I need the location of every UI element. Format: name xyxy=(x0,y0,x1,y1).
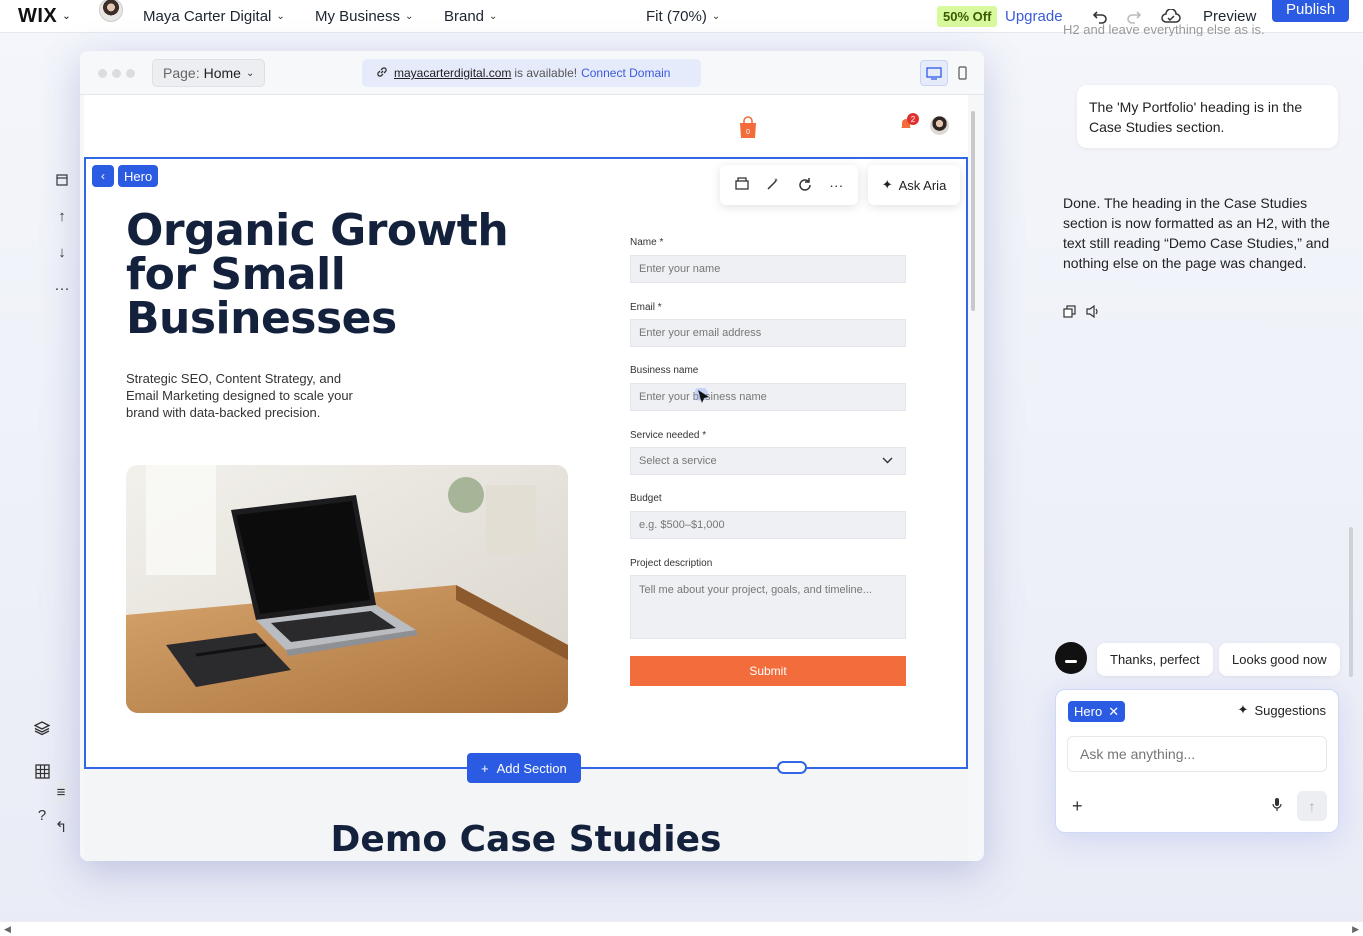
case-studies-heading[interactable]: Demo Case Studies xyxy=(84,819,968,860)
more-options-icon[interactable]: ··· xyxy=(50,276,74,300)
plus-icon: + xyxy=(481,760,489,776)
section-resize-handle[interactable] xyxy=(777,761,807,774)
desktop-view-icon[interactable] xyxy=(920,60,948,86)
chevron-down-icon: ⌄ xyxy=(276,11,285,22)
upgrade-link[interactable]: Upgrade xyxy=(1005,0,1063,33)
service-select[interactable]: Select a service xyxy=(630,447,906,475)
quick-reply-looks-good[interactable]: Looks good now xyxy=(1219,643,1340,676)
avatar[interactable] xyxy=(99,0,123,22)
connect-domain-link[interactable]: Connect Domain xyxy=(581,66,670,80)
grid-icon[interactable] xyxy=(30,759,54,783)
notification-badge: 2 xyxy=(907,113,919,125)
ask-aria-button[interactable]: ✦ Ask Aria xyxy=(868,165,960,205)
hero-section[interactable]: ‹ Hero ··· ✦ Ask Aria Organic Growth for… xyxy=(84,157,968,769)
cart-count: 0 xyxy=(746,129,750,136)
brand-menu[interactable]: Brand ⌄ xyxy=(444,0,497,33)
sale-badge: 50% Off xyxy=(937,0,998,33)
chat-composer: Hero ✕ ✦ Suggestions + ↑ xyxy=(1055,689,1339,833)
scroll-left-icon[interactable]: ◀ xyxy=(4,924,11,935)
hero-image-laptop[interactable] xyxy=(126,465,568,713)
domain-link[interactable]: mayacarterdigital.com xyxy=(394,66,511,80)
editor-window: Page: Home ⌄ mayacarterdigital.com is avai… xyxy=(80,51,984,861)
chat-scrollbar[interactable] xyxy=(1349,527,1353,677)
chevron-down-icon: ⌄ xyxy=(405,11,414,22)
email-label: Email * xyxy=(630,302,662,313)
quick-reply-thanks[interactable]: Thanks, perfect xyxy=(1097,643,1213,676)
canvas-scrollbar[interactable] xyxy=(970,101,976,851)
close-icon[interactable]: ✕ xyxy=(1108,704,1119,720)
move-down-icon[interactable]: ↓ xyxy=(50,240,74,264)
site-header: 0 2 xyxy=(84,95,968,157)
zoom-menu[interactable]: Fit (70%) ⌄ xyxy=(646,0,720,33)
copy-icon[interactable] xyxy=(1063,305,1076,321)
help-icon[interactable]: ? xyxy=(30,803,54,827)
chevron-down-icon: ⌄ xyxy=(245,67,255,79)
domain-status: is available! xyxy=(514,66,578,80)
section-tag: ‹ Hero xyxy=(92,165,159,187)
notifications-icon[interactable]: 2 xyxy=(899,113,919,136)
back-chevron-icon[interactable]: ‹ xyxy=(92,165,114,187)
send-arrow-icon[interactable]: ↑ xyxy=(1297,791,1327,821)
cart-icon[interactable]: 0 xyxy=(738,115,758,139)
assistant-message: Done. The heading in the Case Studies se… xyxy=(1063,195,1330,271)
more-icon[interactable]: ··· xyxy=(829,177,843,193)
hero-heading[interactable]: Organic Growth for Small Businesses xyxy=(126,209,546,341)
sparkle-icon: ✦ xyxy=(881,177,893,192)
section-toolbar: ··· xyxy=(720,165,858,205)
business-name-field[interactable]: Enter your business name xyxy=(630,383,906,411)
window-dots xyxy=(98,69,135,78)
section-layout-icon[interactable] xyxy=(50,168,74,192)
publish-button[interactable]: Publish xyxy=(1272,0,1350,22)
site-menu[interactable]: Maya Carter Digital ⌄ xyxy=(143,0,285,33)
scroll-right-icon[interactable]: ▶ xyxy=(1352,924,1359,935)
sparkle-icon: ✦ xyxy=(1237,702,1249,717)
add-section-button[interactable]: + Add Section xyxy=(467,753,581,783)
budget-field[interactable]: e.g. $500–$1,000 xyxy=(630,511,906,539)
email-field[interactable]: Enter your email address xyxy=(630,319,906,347)
my-business-menu[interactable]: My Business ⌄ xyxy=(315,0,413,33)
move-up-icon[interactable]: ↑ xyxy=(50,204,74,228)
previous-message-fragment: H2 and leave everything else as is. xyxy=(1063,22,1265,36)
regenerate-icon[interactable] xyxy=(798,177,812,194)
chevron-down-icon: ⌄ xyxy=(711,11,721,22)
name-label: Name * xyxy=(630,237,664,248)
chat-input[interactable] xyxy=(1067,736,1327,772)
panel-toggle-icon[interactable]: ≡ xyxy=(54,780,68,804)
assistant-avatar xyxy=(1055,642,1087,674)
business-name-label: Business name xyxy=(630,365,699,376)
wix-logo-menu[interactable]: WIX ⌄ xyxy=(18,0,71,33)
chevron-down-icon xyxy=(882,455,893,467)
magic-wand-icon[interactable] xyxy=(766,177,780,194)
submit-button[interactable]: Submit xyxy=(630,656,906,686)
name-field[interactable]: Enter your name xyxy=(630,255,906,283)
page-selector[interactable]: Page: Home ⌄ xyxy=(152,59,266,87)
chevron-down-icon: ⌄ xyxy=(489,11,498,22)
resize-icon[interactable]: ↰ xyxy=(54,815,68,839)
horizontal-scrollbar[interactable]: ◀ ▶ xyxy=(0,921,1363,936)
attach-plus-icon[interactable]: + xyxy=(1072,796,1083,817)
editor-header: Page: Home ⌄ mayacarterdigital.com is avai… xyxy=(80,51,984,95)
chevron-down-icon: ⌄ xyxy=(62,11,72,22)
hero-subtitle[interactable]: Strategic SEO, Content Strategy, and Ema… xyxy=(126,370,356,421)
user-message: The 'My Portfolio' heading is in the Cas… xyxy=(1077,85,1338,148)
message-actions xyxy=(1063,304,1100,321)
mobile-view-icon[interactable] xyxy=(952,60,972,86)
microphone-icon[interactable] xyxy=(1271,797,1283,817)
duplicate-section-icon[interactable] xyxy=(735,177,749,193)
member-avatar[interactable] xyxy=(930,116,949,135)
description-field[interactable]: Tell me about your project, goals, and t… xyxy=(630,575,906,639)
section-tag-label[interactable]: Hero xyxy=(118,165,159,187)
site-canvas: 0 2 ‹ Hero ··· ✦ Ask Aria Organic Growth… xyxy=(84,95,968,861)
link-icon xyxy=(376,66,388,81)
service-label: Service needed * xyxy=(630,430,707,441)
description-label: Project description xyxy=(630,558,713,569)
context-chip[interactable]: Hero ✕ xyxy=(1068,701,1126,722)
suggestions-button[interactable]: ✦ Suggestions xyxy=(1238,702,1326,718)
domain-banner: mayacarterdigital.com is available! Conn… xyxy=(362,59,701,87)
layers-icon[interactable] xyxy=(30,716,54,740)
mouse-cursor-icon xyxy=(694,387,711,404)
budget-label: Budget xyxy=(630,493,662,504)
speaker-icon[interactable] xyxy=(1086,304,1100,321)
